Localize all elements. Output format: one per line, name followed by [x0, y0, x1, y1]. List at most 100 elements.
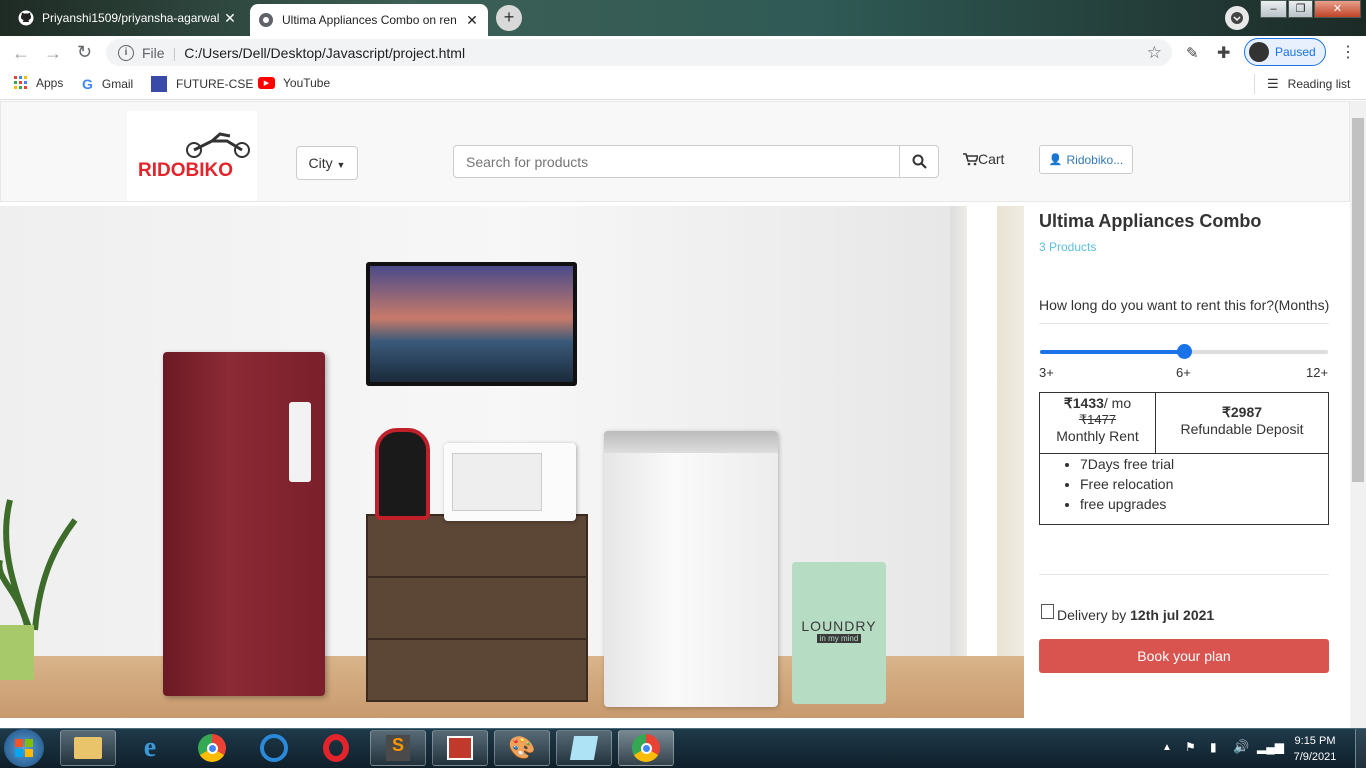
show-hidden-icons[interactable]: ▲: [1162, 742, 1172, 753]
minimize-button[interactable]: ‒: [1260, 0, 1287, 18]
avatar: [1249, 42, 1269, 62]
city-label: City: [308, 155, 333, 171]
slider-tick: 3+: [1039, 365, 1054, 380]
classroom-icon: [151, 76, 167, 92]
taskbar-explorer[interactable]: [60, 730, 116, 766]
clock[interactable]: 9:15 PM 7/9/2021: [1284, 733, 1346, 765]
bookmark-gmail[interactable]: G Gmail: [82, 76, 133, 92]
scrollbar-thumb[interactable]: [1352, 118, 1364, 482]
github-icon: [18, 10, 34, 26]
product-title: Ultima Appliances Combo: [1039, 211, 1262, 231]
presentation-icon: [447, 736, 473, 760]
apps-grid-icon: [14, 76, 27, 89]
city-dropdown[interactable]: City ▼: [296, 146, 358, 180]
reading-list-icon: ☰: [1267, 76, 1279, 91]
delivery-prefix: Delivery by: [1057, 607, 1127, 623]
taskbar-ccleaner[interactable]: [246, 730, 302, 766]
book-plan-button[interactable]: Book your plan: [1039, 639, 1329, 673]
close-window-button[interactable]: ✕: [1314, 0, 1361, 18]
site-logo[interactable]: RIDOBIKO: [127, 111, 257, 201]
refrigerator-image: [163, 352, 325, 696]
taskbar-opera[interactable]: [308, 730, 364, 766]
info-icon[interactable]: i: [118, 44, 134, 61]
user-label: Ridobiko...: [1066, 152, 1124, 167]
taskbar-notes[interactable]: [556, 730, 612, 766]
bookmark-label: YouTube: [283, 76, 331, 90]
folder-icon: [74, 737, 102, 759]
flag-icon[interactable]: ⚑: [1185, 740, 1196, 754]
old-price: ₹1477: [1078, 412, 1117, 427]
cart-link[interactable]: Cart: [963, 151, 1004, 167]
oven-mitt-image: [375, 428, 430, 520]
forward-icon[interactable]: →: [44, 43, 62, 64]
address-divider: |: [172, 44, 177, 61]
search-icon: [912, 154, 927, 169]
slider-handle[interactable]: [1177, 344, 1192, 359]
show-desktop-button[interactable]: [1355, 729, 1366, 768]
window: [967, 206, 997, 656]
motorbike-logo: RIDOBIKO: [138, 132, 250, 181]
tab-close-icon[interactable]: ✕: [222, 10, 238, 27]
tab-active[interactable]: Ultima Appliances Combo on ren ✕: [250, 4, 488, 36]
start-button[interactable]: [4, 729, 44, 767]
sublime-icon: S: [386, 735, 410, 761]
tab-github[interactable]: Priyanshi1509/priyansha-agarwal ✕: [10, 4, 246, 32]
energy-label: [289, 402, 311, 482]
maximize-button[interactable]: ❐: [1288, 0, 1313, 18]
battery-icon[interactable]: ▮: [1210, 740, 1217, 754]
tab-close-icon[interactable]: ✕: [464, 12, 480, 29]
bookmark-apps[interactable]: Apps: [14, 76, 63, 90]
bookmark-star-icon[interactable]: ☆: [1147, 43, 1162, 63]
slider-tick: 12+: [1306, 365, 1329, 380]
globe-icon: [259, 13, 273, 27]
reload-icon[interactable]: ↻: [77, 42, 92, 63]
slider-tick: 6+: [1176, 365, 1191, 380]
volume-icon[interactable]: 🔊: [1233, 739, 1249, 755]
eyedropper-icon[interactable]: ✎: [1186, 44, 1199, 62]
delivery-checkbox[interactable]: [1041, 604, 1054, 619]
taskbar-paint[interactable]: 🎨: [494, 730, 550, 766]
taskbar-chrome-active[interactable]: [618, 730, 674, 766]
back-icon[interactable]: ←: [12, 43, 30, 64]
basket-subtext: in my mind: [816, 634, 862, 643]
ccleaner-icon: [260, 734, 288, 762]
user-button[interactable]: 👤 Ridobiko...: [1039, 145, 1133, 174]
tab-search-icon[interactable]: [1225, 6, 1249, 30]
product-count-link[interactable]: 3 Products: [1039, 240, 1096, 254]
tab-title: Priyanshi1509/priyansha-agarwal: [42, 11, 220, 25]
taskbar-sublime[interactable]: S: [370, 730, 426, 766]
feature-item: free upgrades: [1080, 496, 1174, 512]
clock-time: 9:15 PM: [1294, 735, 1336, 747]
divider: [1039, 574, 1329, 575]
address-scheme: File: [142, 44, 165, 61]
taskbar-presentation[interactable]: [432, 730, 488, 766]
taskbar-ie[interactable]: e: [122, 730, 178, 766]
bookmark-youtube[interactable]: ▶ YouTube: [258, 76, 330, 90]
search-input[interactable]: [453, 145, 900, 178]
divider: [1039, 323, 1329, 324]
bookmark-future-cse[interactable]: FUTURE-CSE: [151, 76, 253, 92]
taskbar-chrome[interactable]: [184, 730, 240, 766]
price-table: ₹1433/ mo ₹1477 Monthly Rent ₹2987 Refun…: [1039, 392, 1329, 525]
youtube-icon: ▶: [258, 77, 275, 89]
television-image: [366, 262, 577, 386]
clock-date: 7/9/2021: [1293, 751, 1337, 763]
bookmarks-divider: [1254, 74, 1255, 94]
windows-logo-icon: [15, 739, 33, 757]
svg-text:RIDOBIKO: RIDOBIKO: [138, 160, 233, 181]
address-bar[interactable]: i File | C:/Users/Dell/Desktop/Javascrip…: [106, 39, 1172, 66]
rent-duration-question: How long do you want to rent this for?(M…: [1039, 297, 1330, 313]
new-tab-button[interactable]: +: [496, 5, 522, 31]
extensions-icon[interactable]: ✚: [1217, 43, 1230, 63]
delivery-date: 12th jul 2021: [1130, 607, 1215, 623]
network-icon[interactable]: ▂▄▆: [1257, 740, 1284, 754]
monthly-rent-label: Monthly Rent: [1056, 428, 1139, 444]
price-unit: / mo: [1103, 395, 1132, 411]
opera-icon: [323, 734, 349, 762]
reading-list-button[interactable]: ☰ Reading list: [1267, 76, 1350, 92]
menu-icon[interactable]: ⋮: [1340, 42, 1356, 62]
profile-button[interactable]: Paused: [1244, 38, 1326, 66]
profile-status: Paused: [1275, 45, 1316, 59]
reading-list-label: Reading list: [1287, 77, 1351, 91]
search-button[interactable]: [899, 145, 939, 178]
